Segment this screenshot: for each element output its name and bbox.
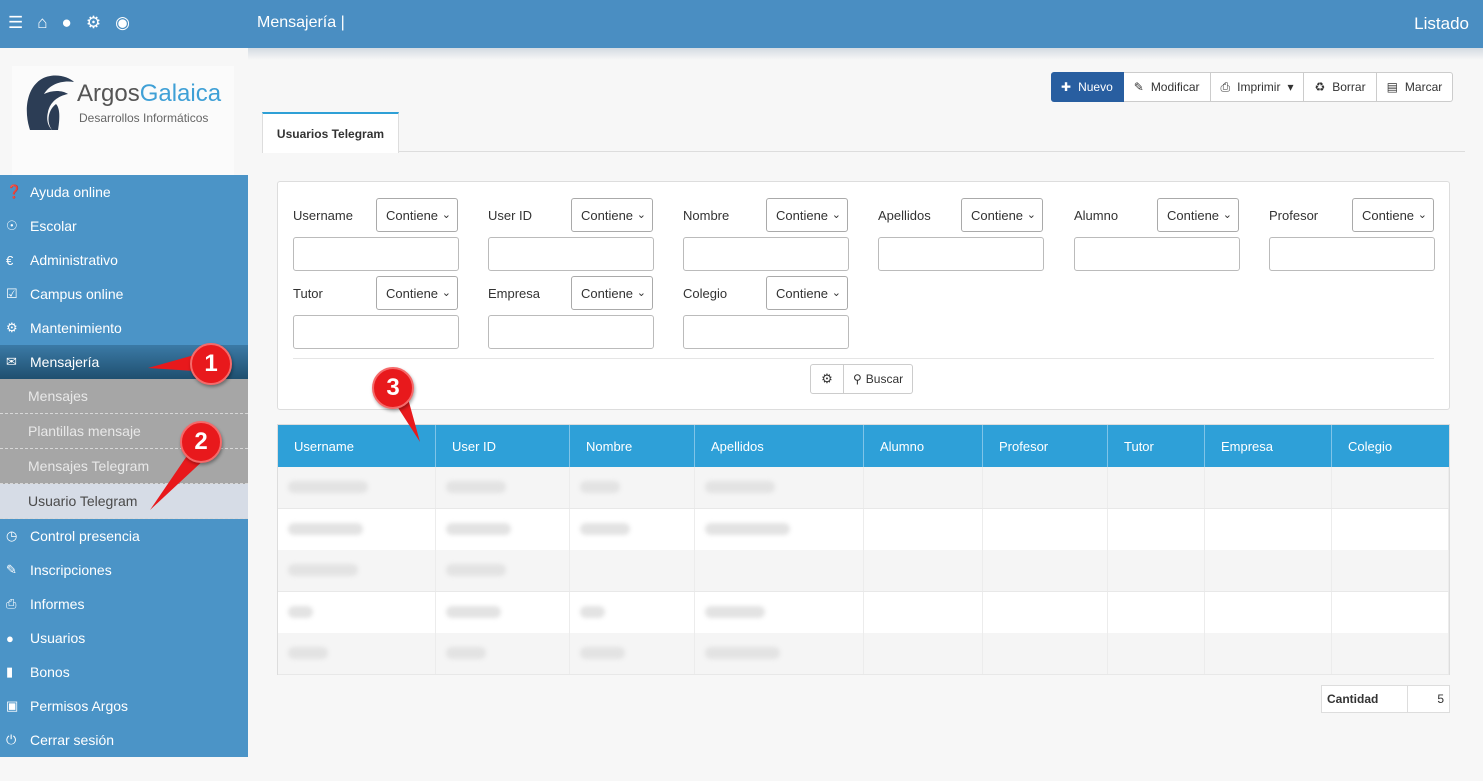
annotation-arrows — [148, 352, 420, 510]
annotation-badge-3: 3 — [372, 367, 414, 409]
annotation-badge-1: 1 — [190, 343, 232, 385]
annotation-badge-2: 2 — [180, 421, 222, 463]
